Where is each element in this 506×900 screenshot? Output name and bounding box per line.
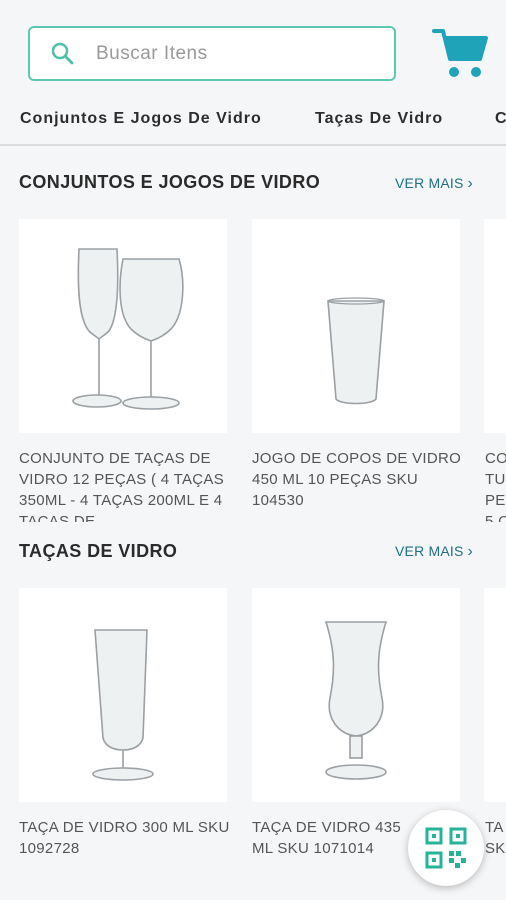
tab-tacas-de-vidro[interactable]: Taças De Vidro (315, 110, 443, 128)
cart-icon[interactable] (432, 26, 490, 80)
search-input[interactable] (96, 38, 386, 70)
product-name[interactable]: TAÇA DE VIDRO 435 ML SKU 1071014 (252, 817, 422, 861)
partial-image (484, 588, 506, 802)
wine-glasses-image (72, 248, 184, 410)
product-image[interactable] (484, 219, 506, 433)
tab-conjuntos-e-jogos[interactable]: Conjuntos E Jogos De Vidro (20, 110, 262, 128)
tumbler-glass-image (327, 297, 385, 405)
product-image[interactable] (19, 588, 227, 802)
header: Conjuntos E Jogos De Vidro Taças De Vidr… (0, 0, 506, 146)
product-name[interactable]: CONJUNTO DE TAÇAS DE VIDRO 12 PEÇAS ( 4 … (19, 448, 233, 522)
search-box[interactable] (28, 26, 396, 81)
product-name[interactable]: CO TU PE 5 C (485, 448, 506, 522)
see-more-label: VER MAIS (395, 543, 464, 559)
chevron-right-icon: › (467, 175, 474, 192)
pilsner-glass-image (92, 629, 154, 781)
product-image[interactable] (252, 588, 460, 802)
product-name[interactable]: TAÇA DE VIDRO 300 ML SKU 1092728 (19, 817, 233, 861)
tab-partial[interactable]: C (495, 110, 506, 128)
hurricane-glass-image (324, 621, 388, 780)
section-title: CONJUNTOS E JOGOS DE VIDRO (19, 172, 321, 192)
product-name[interactable]: TA SK (485, 817, 506, 861)
product-image[interactable] (19, 219, 227, 433)
see-more-label: VER MAIS (395, 175, 464, 191)
product-image[interactable] (484, 588, 506, 802)
chevron-right-icon: › (467, 543, 474, 560)
product-image[interactable] (252, 219, 460, 433)
search-icon (51, 42, 74, 65)
see-more-link[interactable]: VER MAIS › (395, 175, 473, 193)
product-name[interactable]: JOGO DE COPOS DE VIDRO 450 ML 10 PEÇAS S… (252, 448, 466, 522)
partial-image (484, 219, 506, 433)
qr-scan-button[interactable] (408, 810, 484, 886)
qr-code-icon (425, 827, 467, 869)
section-title: TAÇAS DE VIDRO (19, 541, 178, 561)
category-tabs: Conjuntos E Jogos De Vidro Taças De Vidr… (0, 104, 506, 138)
see-more-link[interactable]: VER MAIS › (395, 543, 473, 561)
